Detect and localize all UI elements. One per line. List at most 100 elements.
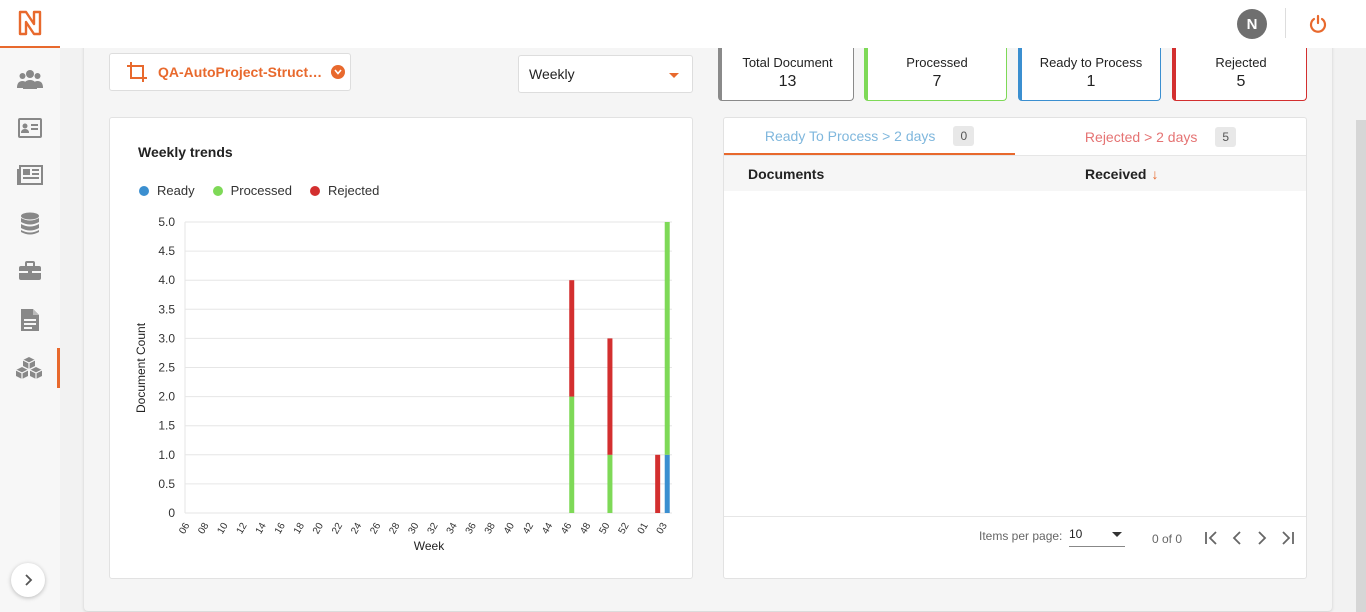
header-divider bbox=[1285, 8, 1286, 38]
chevron-right-icon bbox=[25, 574, 33, 586]
tab-count-badge: 5 bbox=[1215, 126, 1237, 147]
y-tick-label: 3.5 bbox=[158, 302, 175, 316]
paginator: Items per page: 10 0 of 0 bbox=[724, 516, 1306, 562]
x-tick-label: 36 bbox=[464, 521, 479, 537]
column-documents[interactable]: Documents bbox=[748, 166, 824, 182]
bar-segment-rejected bbox=[607, 338, 613, 455]
sidebar-item-users[interactable] bbox=[0, 59, 60, 99]
app-logo[interactable] bbox=[0, 0, 60, 48]
bar-segment-rejected bbox=[569, 280, 575, 397]
bar-segment-rejected bbox=[655, 454, 661, 513]
stat-value: 7 bbox=[932, 73, 942, 90]
chevron-right-icon bbox=[1258, 531, 1267, 545]
x-tick-label: 10 bbox=[215, 521, 230, 537]
sidebar-expand-button[interactable] bbox=[11, 563, 45, 597]
stat-total-documents[interactable]: Total Document 13 bbox=[718, 45, 854, 101]
x-tick-label: 46 bbox=[559, 521, 574, 537]
x-tick-label: 30 bbox=[406, 521, 421, 537]
caret-down-icon bbox=[1112, 532, 1122, 537]
sidebar-item-projects[interactable] bbox=[0, 348, 60, 388]
top-bar: N bbox=[0, 0, 1366, 48]
y-tick-label: 0.5 bbox=[158, 477, 175, 491]
sidebar-item-database[interactable] bbox=[0, 204, 60, 244]
document-icon bbox=[21, 309, 39, 331]
power-icon bbox=[1309, 14, 1327, 33]
tab-label: Ready To Process > 2 days bbox=[764, 127, 936, 144]
period-selected: Weekly bbox=[529, 66, 575, 82]
table-header: Documents Received ↓ bbox=[724, 155, 1306, 191]
x-tick-label: 40 bbox=[502, 521, 517, 537]
sidebar-item-news[interactable] bbox=[0, 155, 60, 195]
bar-segment-processed bbox=[607, 454, 613, 513]
column-received-label: Received bbox=[1085, 166, 1147, 182]
database-icon bbox=[21, 212, 39, 235]
period-dropdown[interactable]: Weekly bbox=[518, 55, 693, 93]
y-tick-label: 3.0 bbox=[158, 331, 175, 345]
x-tick-label: 14 bbox=[254, 521, 269, 537]
stat-label: Ready to Process bbox=[1039, 55, 1143, 70]
last-page-button[interactable] bbox=[1277, 528, 1297, 548]
project-name: QA-AutoProject-Structur... bbox=[158, 64, 328, 80]
sort-arrow-down-icon: ↓ bbox=[1151, 166, 1159, 182]
crop-icon bbox=[127, 62, 147, 82]
y-tick-label: 0 bbox=[168, 506, 175, 520]
next-page-button[interactable] bbox=[1252, 528, 1272, 548]
page-range-label: 0 of 0 bbox=[1152, 532, 1183, 546]
stat-label: Total Document bbox=[742, 55, 833, 70]
stat-ready-to-process[interactable]: Ready to Process 1 bbox=[1018, 45, 1161, 101]
x-tick-label: 26 bbox=[368, 521, 383, 537]
items-per-page-label: Items per page: bbox=[979, 529, 1063, 543]
chevron-left-icon bbox=[1232, 531, 1241, 545]
x-tick-label: 38 bbox=[483, 521, 498, 537]
tab-rejected[interactable]: Rejected > 2 days 5 bbox=[1015, 118, 1306, 155]
stat-processed[interactable]: Processed 7 bbox=[864, 45, 1007, 101]
x-tick-label: 20 bbox=[311, 521, 326, 537]
stat-rejected[interactable]: Rejected 5 bbox=[1172, 45, 1307, 101]
stat-label: Processed bbox=[906, 55, 968, 70]
stat-value: 1 bbox=[1086, 73, 1096, 90]
y-tick-label: 4.0 bbox=[158, 273, 175, 287]
page-size-value: 10 bbox=[1069, 527, 1083, 541]
previous-page-button[interactable] bbox=[1227, 528, 1247, 548]
x-tick-label: 01 bbox=[636, 521, 651, 537]
sidebar bbox=[0, 48, 60, 612]
bar-segment-ready bbox=[664, 454, 670, 513]
x-tick-label: 28 bbox=[387, 521, 402, 537]
y-tick-label: 4.5 bbox=[158, 244, 175, 258]
stat-value: 13 bbox=[778, 73, 797, 90]
caret-down-icon bbox=[669, 73, 679, 78]
x-tick-label: 50 bbox=[597, 521, 612, 537]
weekly-trends-chart: 00.51.01.52.02.53.03.54.04.55.006 08 10 12 1… bbox=[134, 215, 672, 553]
tab-count-badge: 0 bbox=[953, 125, 975, 146]
tab-ready-to-process[interactable]: Ready To Process > 2 days 0 bbox=[724, 118, 1015, 155]
newspaper-icon bbox=[17, 165, 43, 185]
x-tick-label: 44 bbox=[540, 521, 555, 537]
x-tick-label: 22 bbox=[330, 521, 345, 537]
first-page-button[interactable] bbox=[1202, 528, 1222, 548]
first-page-icon bbox=[1205, 531, 1217, 545]
stat-value: 5 bbox=[1236, 73, 1246, 90]
stat-label: Rejected bbox=[1215, 55, 1267, 70]
page-size-select[interactable]: 10 bbox=[1069, 527, 1125, 547]
bar-segment-processed bbox=[664, 222, 670, 455]
project-selector[interactable]: QA-AutoProject-Structur... bbox=[109, 53, 351, 91]
sidebar-item-jobs[interactable] bbox=[0, 251, 60, 291]
sidebar-item-documents[interactable] bbox=[0, 300, 60, 340]
last-page-icon bbox=[1282, 531, 1294, 545]
chevron-down-icon bbox=[331, 65, 345, 79]
y-axis-title: Document Count bbox=[134, 322, 148, 413]
sidebar-item-profile[interactable] bbox=[0, 108, 60, 148]
user-avatar[interactable]: N bbox=[1237, 9, 1267, 39]
page-scrollbar[interactable] bbox=[1356, 120, 1366, 612]
x-tick-label: 06 bbox=[177, 521, 192, 537]
users-icon bbox=[17, 70, 43, 89]
x-tick-label: 03 bbox=[655, 521, 670, 537]
x-tick-label: 12 bbox=[235, 521, 250, 537]
x-tick-label: 16 bbox=[273, 521, 288, 537]
y-tick-label: 5.0 bbox=[158, 215, 175, 229]
weekly-trends-card: Weekly trends Ready Processed Rejected 0… bbox=[109, 117, 693, 579]
briefcase-icon bbox=[19, 261, 41, 280]
logout-button[interactable] bbox=[1305, 11, 1331, 37]
x-tick-label: 42 bbox=[521, 521, 536, 537]
column-received[interactable]: Received ↓ bbox=[1085, 166, 1158, 182]
